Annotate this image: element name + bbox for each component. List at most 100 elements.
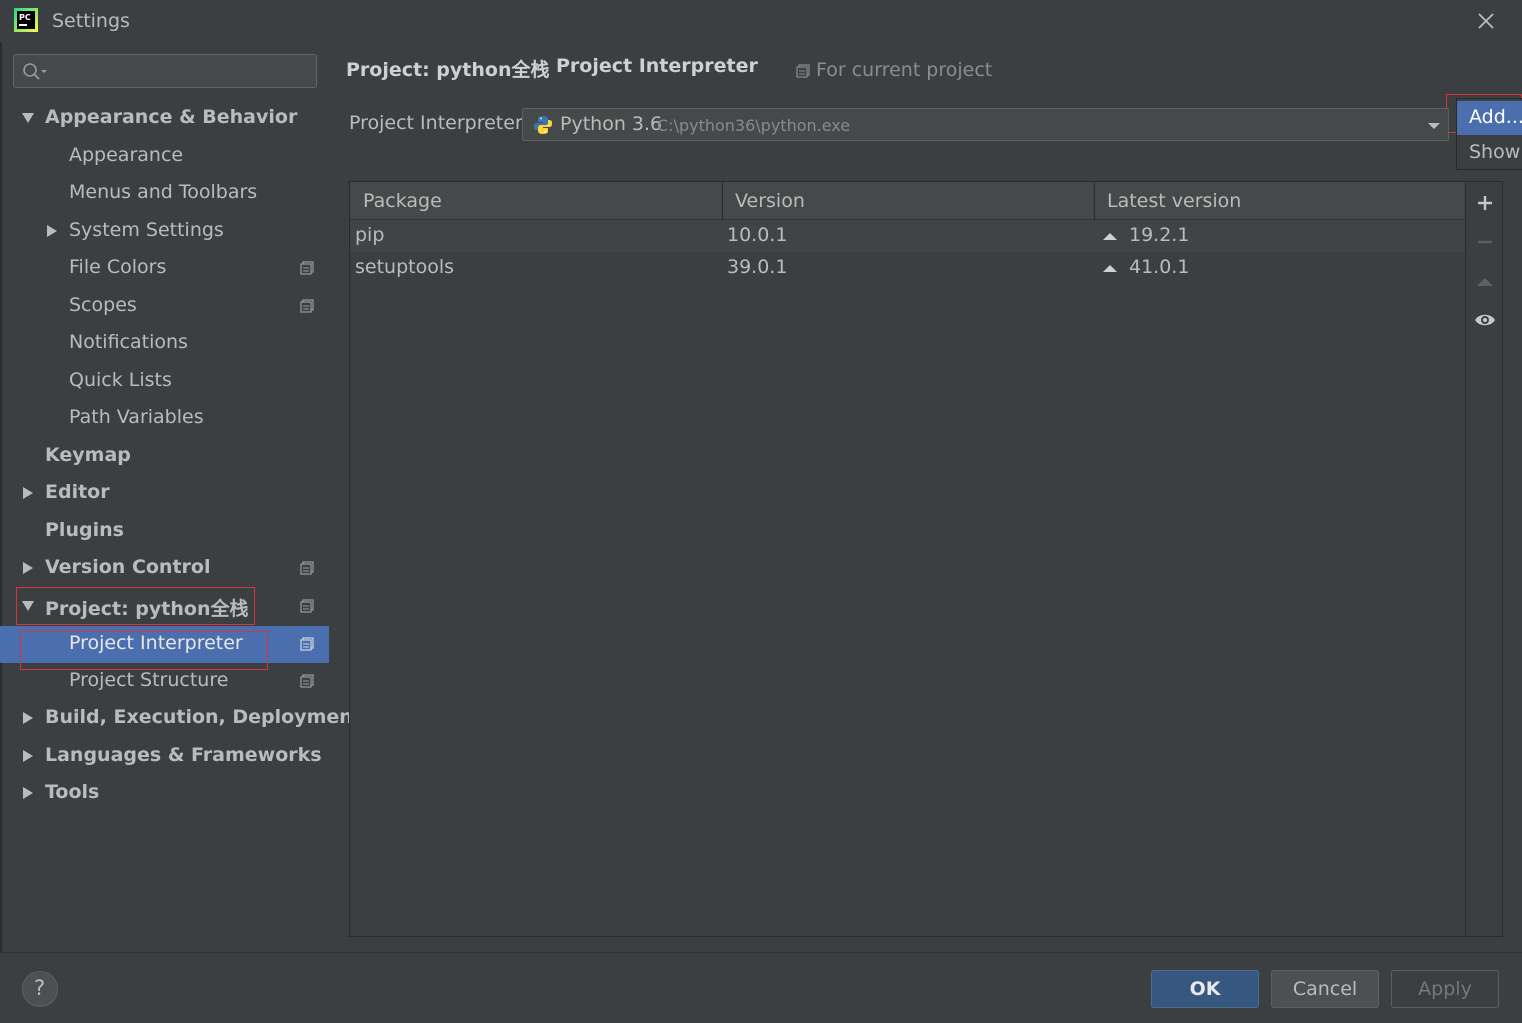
column-header-version[interactable]: Version [735,182,805,220]
sidebar-item-label: Project Interpreter [69,632,243,654]
chevron-right-icon [23,562,33,574]
sidebar-item-label: Keymap [45,444,131,466]
plus-icon[interactable] [1474,192,1496,214]
project-scope-icon [300,299,314,313]
sidebar-item-path-variables[interactable]: Path Variables [0,400,329,437]
help-button[interactable]: ? [22,971,58,1007]
help-label: ? [34,976,46,1000]
table-row[interactable]: setuptools 39.0.1 41.0.1 [350,252,1465,284]
project-scope-icon [300,599,314,613]
python-logo-icon [534,116,552,134]
column-divider [722,182,723,220]
sidebar-item-quick-lists[interactable]: Quick Lists [0,363,329,400]
sidebar-item-label: File Colors [69,256,167,278]
package-version: 39.0.1 [727,256,788,278]
sidebar-item-appearance-behavior[interactable]: Appearance & Behavior [0,100,329,137]
sidebar-item-keymap[interactable]: Keymap [0,438,329,475]
sidebar-item-menus-toolbars[interactable]: Menus and Toolbars [0,175,329,212]
column-header-latest[interactable]: Latest version [1107,182,1241,220]
breadcrumb-separator: › [533,56,541,78]
footer-divider [0,952,1522,953]
sidebar-item-label: Editor [45,481,110,503]
sidebar-item-label: Appearance [69,144,184,166]
sidebar-item-tools[interactable]: Tools [0,775,329,812]
sidebar-item-build-execution[interactable]: Build, Execution, Deployment [0,700,362,737]
sidebar-item-file-colors[interactable]: File Colors [0,250,329,287]
project-scope-icon [796,64,810,78]
upgrade-triangle-icon [1103,233,1117,240]
package-version: 10.0.1 [727,224,788,246]
sidebar-item-editor[interactable]: Editor [0,475,329,512]
sidebar-item-label: System Settings [69,219,224,241]
search-icon [23,63,47,80]
sidebar-item-project-interpreter[interactable]: Project Interpreter [0,626,329,663]
minus-icon[interactable] [1474,231,1496,253]
package-name: setuptools [355,256,455,278]
sidebar-item-label: Project: python全栈 [45,598,249,620]
interpreter-path: C:\python36\python.exe [657,116,851,135]
close-icon[interactable] [1474,9,1498,33]
window-title: Settings [52,10,130,32]
apply-button[interactable]: Apply [1391,970,1499,1008]
project-scope-icon [300,561,314,575]
sidebar-item-label: Menus and Toolbars [69,181,258,203]
chevron-right-icon [23,750,33,762]
interpreter-name: Python 3.6 [560,113,663,135]
menu-item-show-all[interactable]: Show All... [1457,136,1522,169]
interpreter-gear-menu: Add... Show All... [1456,98,1522,170]
sidebar-item-label: Appearance & Behavior [45,106,298,128]
package-name: pip [355,224,385,246]
sidebar-item-project-structure[interactable]: Project Structure [0,663,329,700]
column-divider [1094,182,1095,220]
title-bar: PC Settings [0,0,1522,42]
sidebar-item-label: Path Variables [69,406,204,428]
sidebar-item-label: Quick Lists [69,369,172,391]
cancel-button[interactable]: Cancel [1271,970,1379,1008]
chevron-down-icon [22,601,34,611]
sidebar-item-project[interactable]: Project: python全栈 [0,588,329,625]
project-scope-icon [300,637,314,651]
svg-text:PC: PC [19,13,31,22]
sidebar-item-notifications[interactable]: Notifications [0,325,329,362]
sidebar-item-system-settings[interactable]: System Settings [0,213,329,250]
package-latest: 19.2.1 [1129,224,1190,246]
menu-item-add[interactable]: Add... [1457,101,1522,135]
table-row[interactable]: pip 10.0.1 19.2.1 [350,220,1465,252]
sidebar-item-label: Project Structure [69,669,229,691]
sidebar-item-label: Languages & Frameworks [45,744,322,766]
breadcrumb-project: Project: python全栈 [346,59,550,81]
chevron-down-icon [22,113,34,123]
chevron-down-icon [1428,123,1440,129]
sidebar-item-scopes[interactable]: Scopes [0,288,329,325]
page-title: Project Interpreter [556,55,758,77]
scope-note-text: For current project [816,59,993,81]
chevron-right-icon [47,225,57,237]
package-latest: 41.0.1 [1129,256,1190,278]
sidebar-item-label: Build, Execution, Deployment [45,706,362,728]
upgrade-triangle-icon [1103,265,1117,272]
sidebar-item-label: Tools [45,781,100,803]
interpreter-select[interactable]: Python 3.6 C:\python36\python.exe [522,108,1449,141]
project-scope-icon [300,261,314,275]
pycharm-logo-icon: PC [14,8,38,32]
sidebar-item-appearance[interactable]: Appearance [0,138,329,175]
ok-button[interactable]: OK [1151,970,1259,1008]
interpreter-label: Project Interpreter: [349,112,529,134]
chevron-right-icon [23,487,33,499]
table-header: Package Version Latest version [350,182,1465,220]
packages-toolbar [1466,181,1503,937]
sidebar-item-label: Plugins [45,519,124,541]
sidebar-item-label: Notifications [69,331,188,353]
chevron-right-icon [23,712,33,724]
project-scope-icon [300,674,314,688]
chevron-right-icon [23,787,33,799]
column-header-package[interactable]: Package [363,182,442,220]
sidebar-item-label: Version Control [45,556,211,578]
sidebar-item-languages-frameworks[interactable]: Languages & Frameworks [0,738,329,775]
eye-icon[interactable] [1474,309,1496,331]
sidebar-item-version-control[interactable]: Version Control [0,550,329,587]
sidebar-item-plugins[interactable]: Plugins [0,513,329,550]
packages-table: Package Version Latest version pip 10.0.… [349,181,1466,937]
settings-search-input[interactable] [13,54,317,88]
upgrade-triangle-icon[interactable] [1474,271,1496,293]
